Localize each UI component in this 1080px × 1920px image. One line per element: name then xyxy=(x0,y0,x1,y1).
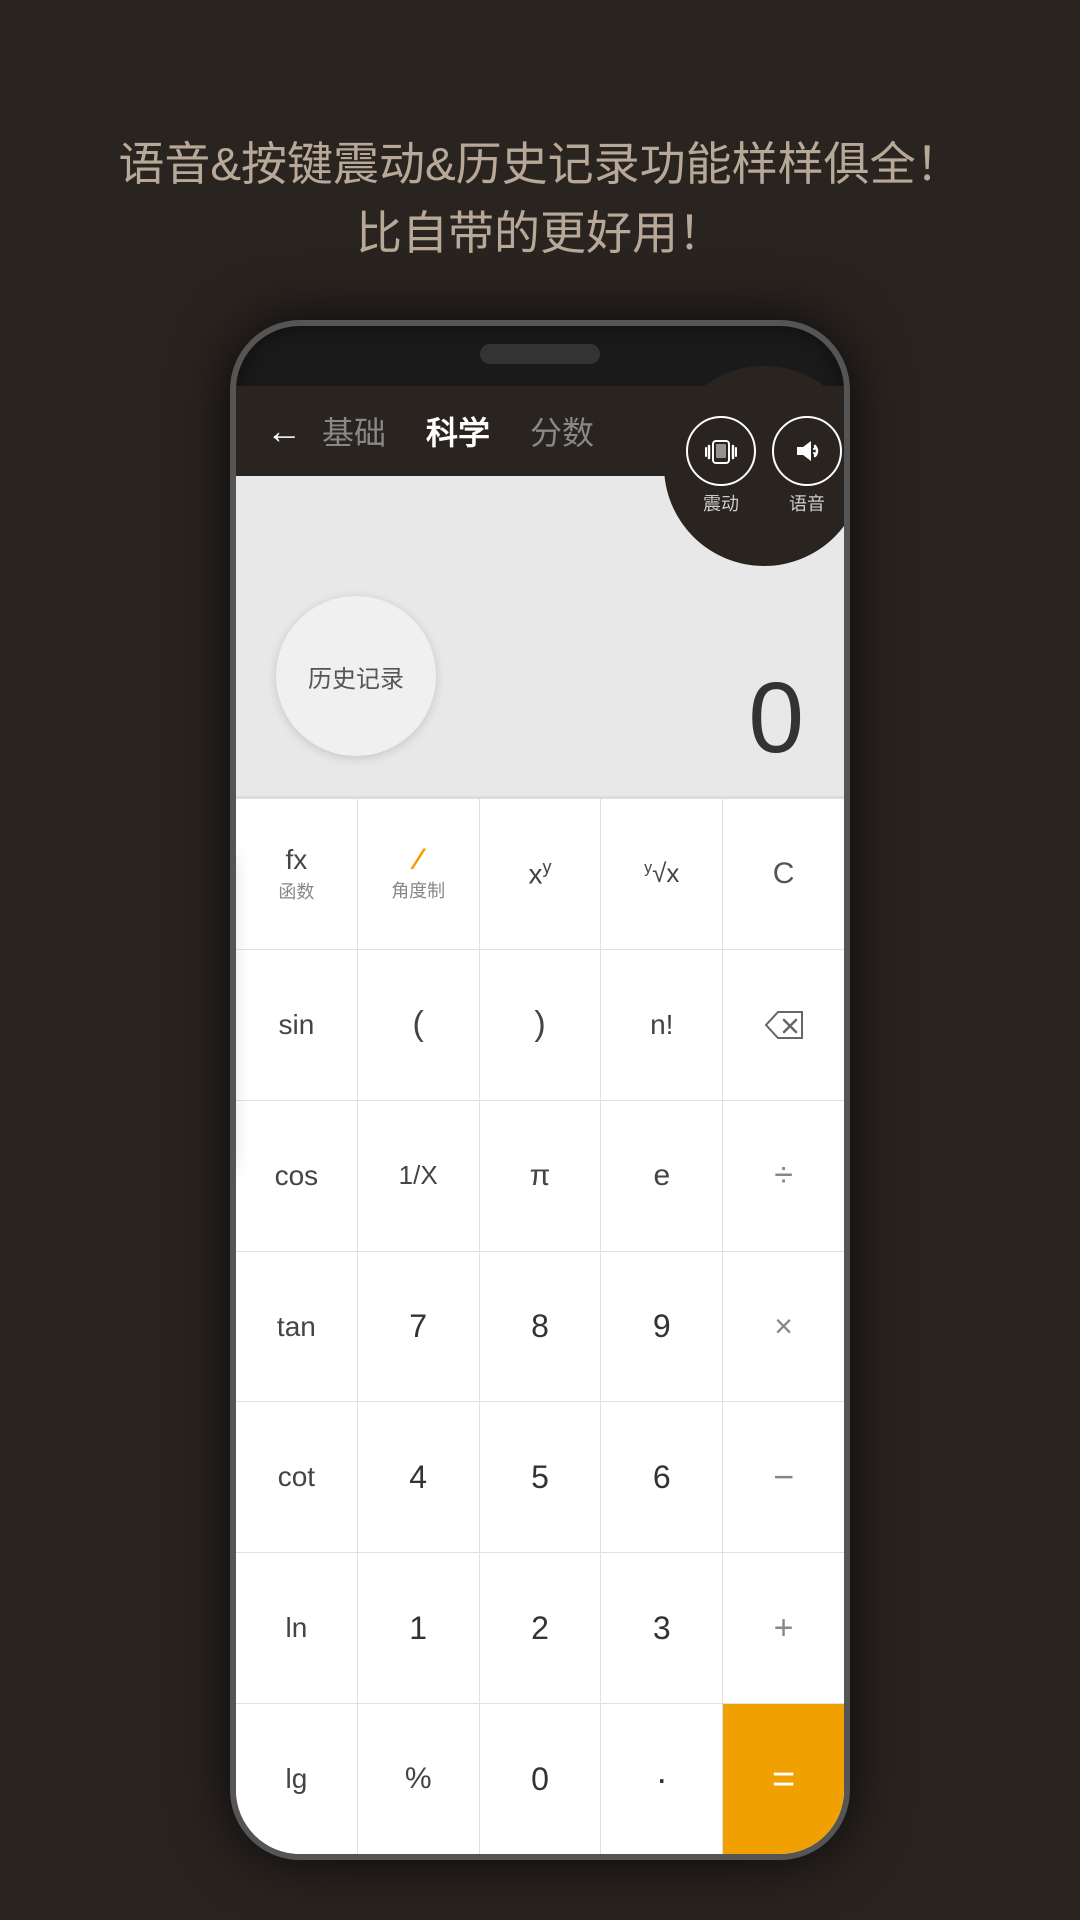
key-7[interactable]: 7 xyxy=(358,1252,480,1402)
sound-button[interactable]: 语音 xyxy=(772,416,842,516)
key-sin[interactable]: sin xyxy=(236,950,358,1100)
key-subtract[interactable]: − xyxy=(723,1402,844,1552)
promo-section: 语音&按键震动&历史记录功能样样俱全！ 比自带的更好用！ xyxy=(0,130,1080,268)
key-1[interactable]: 1 xyxy=(358,1553,480,1703)
popup-item-tan-inv[interactable]: tan-1 xyxy=(230,1039,231,1099)
key-delete[interactable] xyxy=(723,950,844,1100)
key-row-2: cos 1/X π e ÷ xyxy=(236,1101,844,1252)
key-multiply[interactable]: × xyxy=(723,1252,844,1402)
popup-item-fx-inv[interactable]: fx-1 反函数 xyxy=(230,859,231,919)
history-button[interactable]: 历史记录 xyxy=(276,596,436,756)
key-row-4: cot 4 5 6 − xyxy=(236,1402,844,1553)
key-row-1: sin ( ) n! xyxy=(236,950,844,1101)
key-divide[interactable]: ÷ xyxy=(723,1101,844,1251)
key-cos[interactable]: cos xyxy=(236,1101,358,1251)
volume-button xyxy=(230,526,232,606)
key-equals[interactable]: = xyxy=(723,1704,844,1854)
key-xpowy[interactable]: xy xyxy=(480,799,602,949)
key-lg[interactable]: lg xyxy=(236,1704,358,1854)
key-row-3: tan 7 8 9 × xyxy=(236,1252,844,1403)
key-open-paren[interactable]: ( xyxy=(358,950,480,1100)
function-popup: fx-1 反函数 sin-1 cos-1 tan-1 xyxy=(230,849,231,1168)
key-close-paren[interactable]: ) xyxy=(480,950,602,1100)
key-2[interactable]: 2 xyxy=(480,1553,602,1703)
popup-item-cos-inv[interactable]: cos-1 xyxy=(230,979,231,1039)
vibration-label: 震动 xyxy=(703,490,739,516)
key-0[interactable]: 0 xyxy=(480,1704,602,1854)
key-4[interactable]: 4 xyxy=(358,1402,480,1552)
tab-science[interactable]: 科学 xyxy=(426,408,490,454)
key-euler[interactable]: e xyxy=(601,1101,723,1251)
key-row-5: ln 1 2 3 + xyxy=(236,1553,844,1704)
sound-label: 语音 xyxy=(789,490,825,516)
phone-screen: ← 基础 科学 分数 xyxy=(236,386,844,1854)
vibration-icon-circle xyxy=(686,416,756,486)
back-button[interactable]: ← xyxy=(266,410,302,452)
nav-bar: ← 基础 科学 分数 xyxy=(236,386,844,476)
key-reciprocal[interactable]: 1/X xyxy=(358,1101,480,1251)
popup-item-cot-inv[interactable]: cot-1 xyxy=(230,1099,231,1158)
keyboard: fx 函数 fx-1 反函数 sin-1 cos-1 xyxy=(236,799,844,1854)
key-factorial[interactable]: n! xyxy=(601,950,723,1100)
tab-fraction[interactable]: 分数 xyxy=(530,408,594,454)
key-pi[interactable]: π xyxy=(480,1101,602,1251)
key-row-0: fx 函数 fx-1 反函数 sin-1 cos-1 xyxy=(236,799,844,950)
key-add[interactable]: + xyxy=(723,1553,844,1703)
key-decimal[interactable]: · xyxy=(601,1704,723,1854)
promo-line2: 比自带的更好用！ xyxy=(60,199,1020,268)
phone-speaker xyxy=(480,344,600,364)
key-clear[interactable]: C xyxy=(723,799,844,949)
nav-icons-overlay: 震动 语音 xyxy=(664,366,850,566)
sound-icon-circle xyxy=(772,416,842,486)
key-nroot[interactable]: y√x xyxy=(601,799,723,949)
vibration-button[interactable]: 震动 xyxy=(686,416,756,516)
display-number: 0 xyxy=(748,661,804,776)
delete-icon xyxy=(764,1010,804,1040)
key-percent[interactable]: % xyxy=(358,1704,480,1854)
tab-basic[interactable]: 基础 xyxy=(322,408,386,454)
key-5[interactable]: 5 xyxy=(480,1402,602,1552)
phone-frame: ← 基础 科学 分数 xyxy=(230,320,850,1860)
key-9[interactable]: 9 xyxy=(601,1252,723,1402)
key-8[interactable]: 8 xyxy=(480,1252,602,1402)
popup-item-sin-inv[interactable]: sin-1 xyxy=(230,919,231,979)
key-fx[interactable]: fx 函数 fx-1 反函数 sin-1 cos-1 xyxy=(236,799,358,949)
key-angle[interactable]: ⁄ 角度制 xyxy=(358,799,480,949)
key-tan[interactable]: tan xyxy=(236,1252,358,1402)
key-3[interactable]: 3 xyxy=(601,1553,723,1703)
promo-line1: 语音&按键震动&历史记录功能样样俱全！ xyxy=(60,130,1020,199)
key-ln[interactable]: ln xyxy=(236,1553,358,1703)
key-cot[interactable]: cot xyxy=(236,1402,358,1552)
key-row-6: lg % 0 · = xyxy=(236,1704,844,1854)
key-6[interactable]: 6 xyxy=(601,1402,723,1552)
